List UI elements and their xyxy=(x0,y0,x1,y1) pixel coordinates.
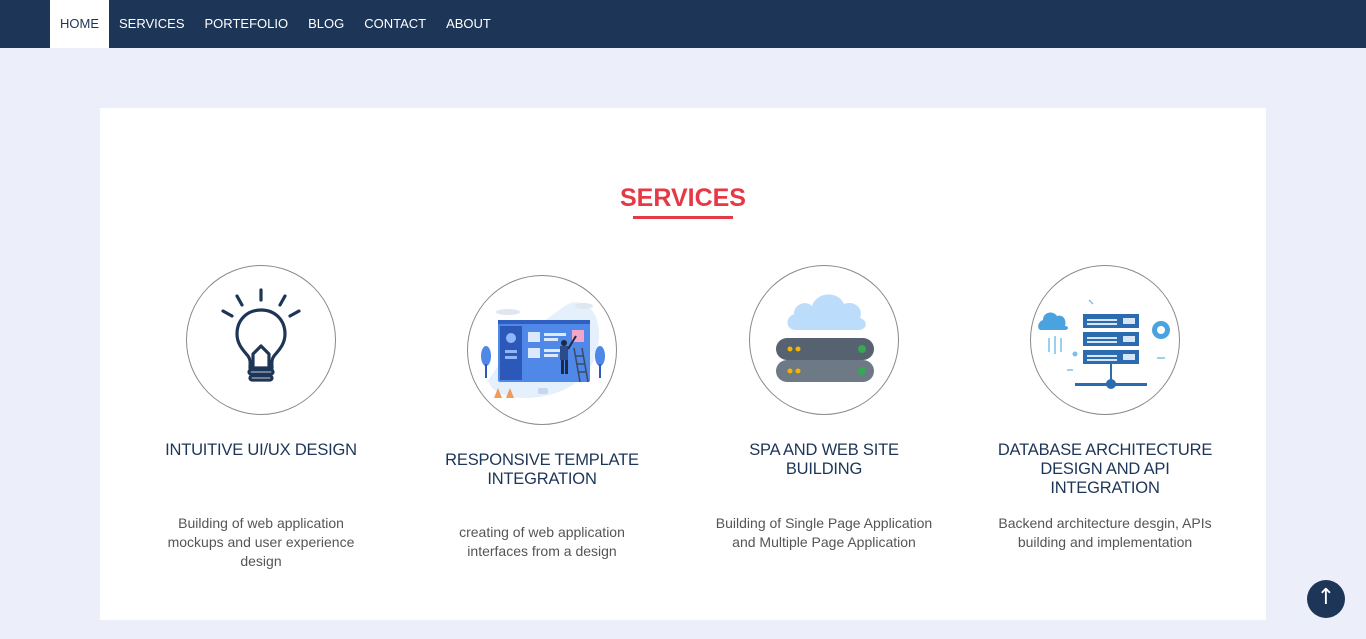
section-title: SERVICES xyxy=(620,184,746,212)
database-network-icon xyxy=(1038,299,1170,389)
service-icon-circle xyxy=(1030,265,1180,415)
cloud-server-icon xyxy=(776,294,874,382)
service-icon-circle xyxy=(186,265,336,415)
nav-item-blog[interactable]: BLOG xyxy=(298,0,354,48)
responsive-template-illustration xyxy=(481,302,605,398)
nav-menu: HOME SERVICES PORTEFOLIO BLOG CONTACT AB… xyxy=(50,0,501,48)
nav-item-portfolio[interactable]: PORTEFOLIO xyxy=(195,0,299,48)
service-title: INTUITIVE UI/UX DESIGN xyxy=(165,441,357,459)
lightbulb-icon xyxy=(221,288,301,382)
service-title: DATABASE ARCHITECTURE DESIGN AND API INT… xyxy=(997,441,1213,497)
service-icon-circle xyxy=(749,265,899,415)
service-description: Building of Single Page Application and … xyxy=(715,515,933,550)
service-description: Building of web application mockups and … xyxy=(167,515,355,569)
nav-item-contact[interactable]: CONTACT xyxy=(354,0,436,48)
back-to-top-button[interactable]: ↑ xyxy=(1307,580,1345,618)
nav-item-services[interactable]: SERVICES xyxy=(109,0,195,48)
top-navbar: HOME SERVICES PORTEFOLIO BLOG CONTACT AB… xyxy=(0,0,1366,48)
nav-item-home[interactable]: HOME xyxy=(50,0,109,48)
service-title: RESPONSIVE TEMPLATE INTEGRATION xyxy=(445,451,639,488)
service-title: SPA AND WEB SITE BUILDING xyxy=(749,441,899,478)
service-icon-circle xyxy=(467,275,617,425)
title-underline xyxy=(633,216,733,219)
service-description: creating of web application interfaces f… xyxy=(459,524,625,559)
arrow-up-icon: ↑ xyxy=(1316,585,1336,610)
services-section: SERVICES INTUITIVE UI/UX DESIGN Building xyxy=(100,108,1266,620)
service-description: Backend architecture desgin, APIs buildi… xyxy=(998,515,1212,550)
nav-item-about[interactable]: ABOUT xyxy=(436,0,501,48)
